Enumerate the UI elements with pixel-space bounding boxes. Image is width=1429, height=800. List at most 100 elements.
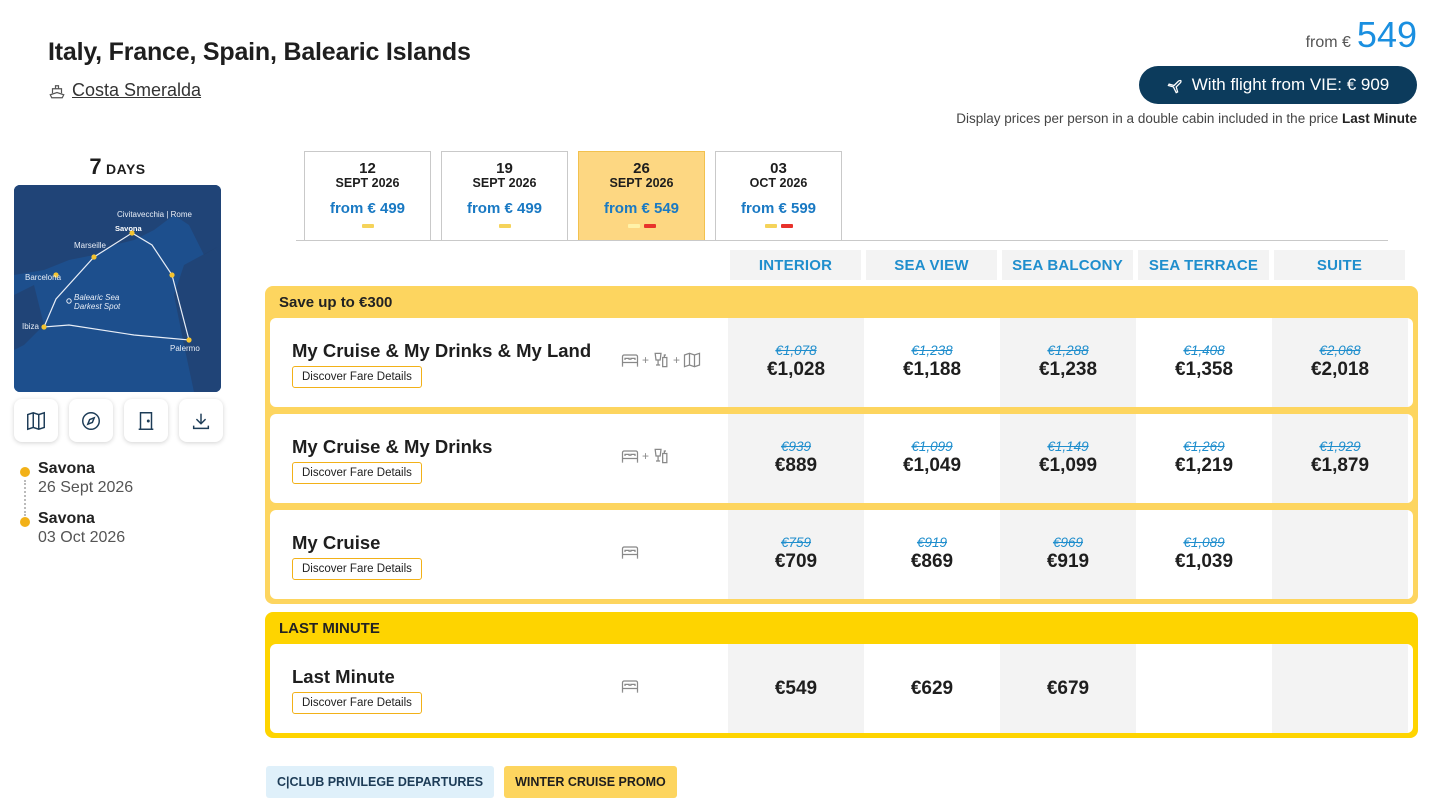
old-price: €919 bbox=[916, 534, 948, 550]
page-title: Italy, France, Spain, Balearic Islands bbox=[48, 38, 471, 66]
date-tab-month: OCT 2026 bbox=[749, 176, 808, 190]
old-price: €1,099 bbox=[911, 438, 953, 454]
price-cell[interactable]: €549 bbox=[728, 644, 864, 733]
date-tab-day: 26 bbox=[633, 160, 650, 177]
promo-mark-icon bbox=[643, 224, 656, 228]
plus-sign: + bbox=[642, 353, 650, 367]
price-cell[interactable]: €679 bbox=[1000, 644, 1136, 733]
download-button[interactable] bbox=[179, 399, 223, 442]
bed-icon bbox=[620, 446, 640, 466]
route-map-graphic: Civitavecchia | Rome Savona Marseille Ba… bbox=[14, 185, 221, 392]
promo-mark-icon bbox=[764, 224, 777, 228]
old-price: €1,408 bbox=[1183, 342, 1225, 358]
date-tab[interactable]: 03 OCT 2026 from € 599 bbox=[715, 151, 842, 240]
from-price-label: from € bbox=[1305, 34, 1351, 51]
bed-icon bbox=[620, 542, 640, 562]
promo-mark-icon bbox=[498, 224, 511, 228]
compass-button[interactable] bbox=[69, 399, 113, 442]
land-icon bbox=[682, 350, 702, 370]
current-price: €869 bbox=[910, 550, 954, 572]
discover-fare-details-button[interactable]: Discover Fare Details bbox=[292, 366, 422, 388]
drinks-icon bbox=[651, 350, 671, 370]
price-cell[interactable]: €759 €709 bbox=[728, 510, 864, 599]
price-cell[interactable]: €939 €889 bbox=[728, 414, 864, 503]
current-price: €1,099 bbox=[1038, 454, 1098, 476]
price-cell[interactable]: €1,929 €1,879 bbox=[1272, 414, 1408, 503]
cclub-badge[interactable]: C|CLUB PRIVILEGE DEPARTURES bbox=[266, 766, 495, 798]
price-cell bbox=[1136, 644, 1272, 733]
price-cell[interactable]: €1,288 €1,238 bbox=[1000, 318, 1136, 407]
group-label: LAST MINUTE bbox=[279, 619, 380, 637]
fare-row: My Cruise & My Drinks Discover Fare Deta… bbox=[270, 414, 1413, 503]
old-price: €1,269 bbox=[1183, 438, 1225, 454]
date-tab-price: from € 499 bbox=[329, 200, 406, 217]
price-cell[interactable]: €2,068 €2,018 bbox=[1272, 318, 1408, 407]
map-icon bbox=[27, 411, 45, 430]
discover-fare-details-button[interactable]: Discover Fare Details bbox=[292, 558, 422, 580]
plane-icon bbox=[1167, 79, 1182, 93]
departure-date-tabs: 12 SEPT 2026 from € 499 19 SEPT 2026 fro… bbox=[304, 151, 842, 240]
stop-port: Savona bbox=[38, 510, 95, 527]
price-cell[interactable]: €1,099 €1,049 bbox=[864, 414, 1000, 503]
fare-row: My Cruise & My Drinks & My Land Discover… bbox=[270, 318, 1413, 407]
date-tab[interactable]: 19 SEPT 2026 from € 499 bbox=[441, 151, 568, 240]
discover-fare-details-button[interactable]: Discover Fare Details bbox=[292, 692, 422, 714]
old-price: €1,089 bbox=[1183, 534, 1225, 550]
promo-mark-icon bbox=[627, 224, 640, 228]
discover-fare-details-button[interactable]: Discover Fare Details bbox=[292, 462, 422, 484]
ship-name[interactable]: Costa Smeralda bbox=[72, 80, 201, 101]
price-cell[interactable]: €919 €869 bbox=[864, 510, 1000, 599]
price-cell[interactable]: €969 €919 bbox=[1000, 510, 1136, 599]
map-view-button[interactable] bbox=[14, 399, 58, 442]
cabin-header: SUITE bbox=[1274, 250, 1405, 280]
fare-name: My Cruise bbox=[292, 532, 381, 553]
old-price: €759 bbox=[780, 534, 812, 550]
map-port-label: Civitavecchia | Rome bbox=[117, 210, 193, 219]
price-cell[interactable]: €629 bbox=[864, 644, 1000, 733]
plus-sign: + bbox=[642, 449, 650, 463]
old-price: €969 bbox=[1052, 534, 1084, 550]
tabs-divider bbox=[296, 240, 1388, 241]
promo-group: Save up to €300 My Cruise & My Drinks & … bbox=[265, 286, 1418, 604]
date-tab[interactable]: 26 SEPT 2026 from € 549 bbox=[578, 151, 705, 240]
cabin-header: SEA TERRACE bbox=[1138, 250, 1269, 280]
flight-option-button[interactable]: With flight from VIE: € 909 bbox=[1139, 66, 1417, 104]
price-cell[interactable]: €1,149 €1,099 bbox=[1000, 414, 1136, 503]
current-price: €1,879 bbox=[1310, 454, 1370, 476]
date-tab-day: 03 bbox=[770, 160, 787, 177]
winter-promo-badge[interactable]: WINTER CRUISE PROMO bbox=[504, 766, 677, 798]
cabin-button[interactable] bbox=[124, 399, 168, 442]
stop-dot-icon bbox=[20, 467, 30, 477]
old-price: €1,149 bbox=[1047, 438, 1089, 454]
old-price: €1,078 bbox=[775, 342, 817, 358]
promo-mark-icon bbox=[780, 224, 793, 228]
fare-inclusions bbox=[620, 676, 640, 696]
bed-icon bbox=[620, 676, 640, 696]
fare-inclusions: + + bbox=[620, 350, 702, 370]
map-port-label: Palermo bbox=[170, 344, 200, 353]
fare-info: Last Minute Discover Fare Details bbox=[270, 644, 728, 733]
date-tab[interactable]: 12 SEPT 2026 from € 499 bbox=[304, 151, 431, 240]
bed-icon bbox=[620, 350, 640, 370]
price-cell[interactable]: €1,078 €1,028 bbox=[728, 318, 864, 407]
map-port-label: Ibiza bbox=[22, 322, 39, 331]
route-map[interactable]: Civitavecchia | Rome Savona Marseille Ba… bbox=[14, 185, 221, 392]
group-label: Save up to €300 bbox=[279, 293, 393, 311]
ship-link[interactable]: Costa Smeralda bbox=[48, 80, 201, 101]
promo-badges: C|CLUB PRIVILEGE DEPARTURES WINTER CRUIS… bbox=[266, 766, 677, 798]
price-cell bbox=[1272, 644, 1408, 733]
price-cell[interactable]: €1,089 €1,039 bbox=[1136, 510, 1272, 599]
date-tab-marks bbox=[442, 224, 567, 228]
stop-port: Savona bbox=[38, 460, 95, 477]
stop-date: 03 Oct 2026 bbox=[38, 529, 126, 546]
old-price: €1,288 bbox=[1047, 342, 1089, 358]
price-cell[interactable]: €1,269 €1,219 bbox=[1136, 414, 1272, 503]
from-price-value: 549 bbox=[1356, 14, 1417, 55]
price-cell[interactable]: €1,408 €1,358 bbox=[1136, 318, 1272, 407]
fare-info: My Cruise & My Drinks & My Land Discover… bbox=[270, 318, 728, 407]
duration-unit: DAYS bbox=[106, 161, 146, 177]
price-cell[interactable]: €1,238 €1,188 bbox=[864, 318, 1000, 407]
plus-sign: + bbox=[673, 353, 681, 367]
itinerary-stop: Savona 03 Oct 2026 bbox=[20, 510, 133, 560]
old-price: €1,929 bbox=[1319, 438, 1361, 454]
